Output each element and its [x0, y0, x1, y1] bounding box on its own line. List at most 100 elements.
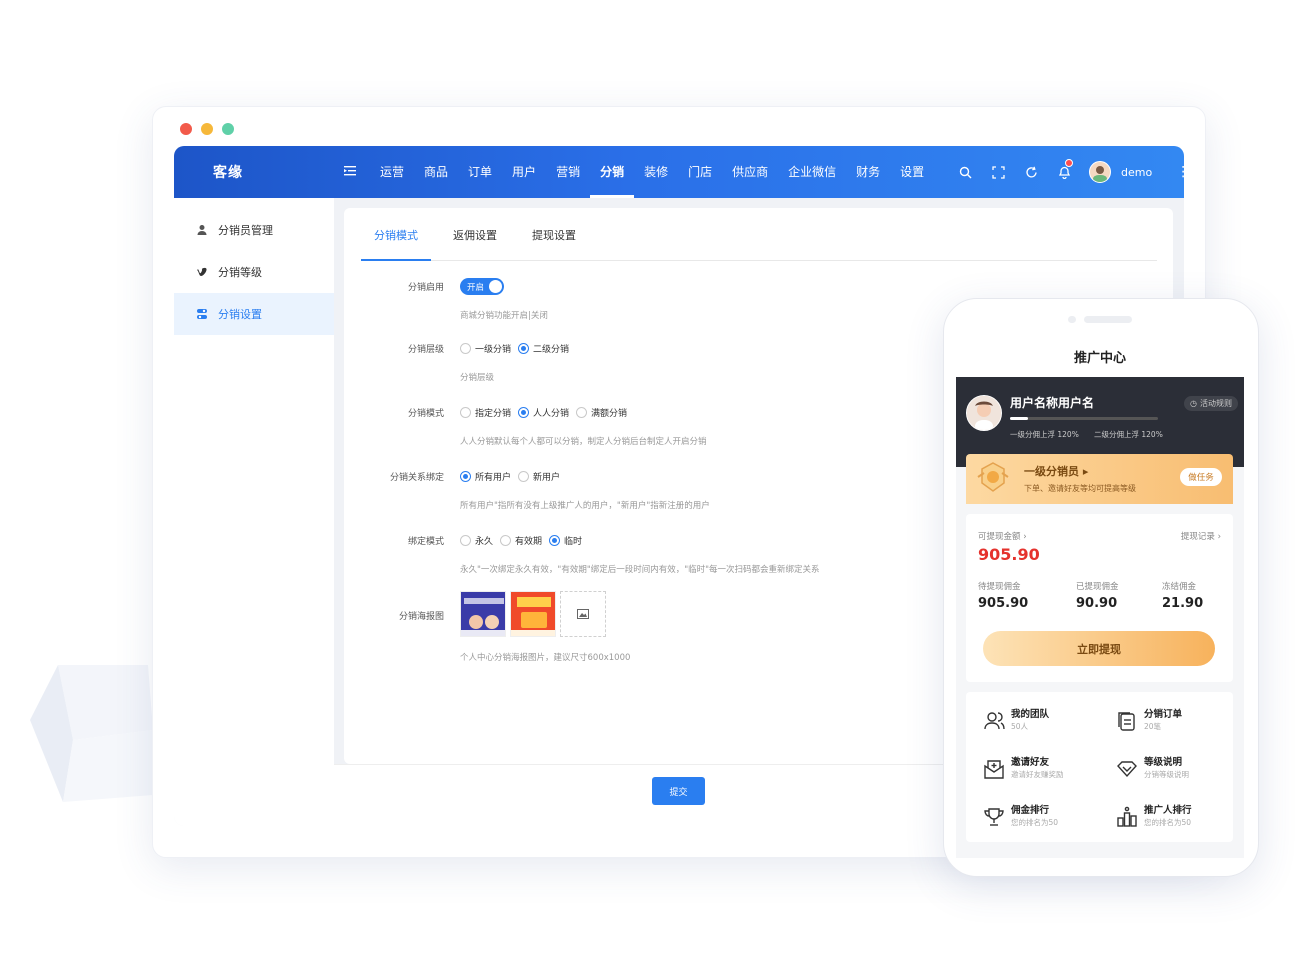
field-label: 绑定模式 [407, 537, 444, 547]
stat-label: 已提现佣金 [1076, 582, 1119, 592]
fullscreen-icon[interactable] [982, 146, 1015, 198]
phone-mockup: 推广中心 用户名称用户名 ◷ 活动规则 一级分佣上浮 120% 二级分佣上浮 1… [943, 298, 1259, 877]
level-progress-fill [1010, 417, 1028, 420]
radio-bind-permanent[interactable]: 永久 [460, 534, 493, 547]
withdraw-records-link[interactable]: 提现记录 › [1181, 530, 1221, 542]
poster-thumbnail[interactable] [510, 591, 556, 637]
do-task-button[interactable]: 做任务 [1180, 468, 1222, 486]
settings-tabs: 分销模式 返佣设置 提现设置 [361, 208, 1157, 261]
withdrawable-label[interactable]: 可提现金额 › [978, 530, 1027, 542]
switch-label: 开启 [467, 282, 485, 293]
image-icon [577, 609, 589, 619]
user-avatar[interactable] [1089, 161, 1111, 183]
diamond-icon [1117, 761, 1137, 778]
decorative-cube [30, 665, 153, 802]
sidebar-item-label: 分销员管理 [218, 224, 273, 237]
field-hint: 分销层级 [460, 373, 495, 383]
sidebar-item-label: 分销等级 [218, 266, 262, 279]
sidebar-item-levels[interactable]: 分销等级 [174, 251, 334, 293]
level-banner[interactable]: 一级分销员 ▸ 下单、邀请好友等均可提高等级 做任务 [966, 454, 1233, 504]
user-name[interactable]: demo [1121, 166, 1152, 179]
more-vertical-icon[interactable]: ⋮ [1176, 164, 1184, 180]
field-hint: 所有用户"指所有没有上级推广人的用户，"新用户"指新注册的用户 [460, 501, 710, 511]
nav-item-stores[interactable]: 门店 [678, 146, 722, 198]
field-label: 分销关系绑定 [389, 473, 444, 483]
ranking-icon [1117, 806, 1137, 827]
top-navbar: 客缘 运营 商品 订单 用户 营销 分销 装修 门店 供应商 企业微信 财务 设… [174, 146, 1184, 198]
enable-switch[interactable]: 开启 [460, 278, 504, 295]
field-hint: 永久"一次绑定永久有效，"有效期"绑定后一段时间内有效，"临时"每一次扫码都会重… [460, 565, 820, 575]
radio-mode-designated[interactable]: 指定分销 [460, 406, 511, 419]
commission-bonus-level-2: 二级分佣上浮 120% [1094, 430, 1163, 439]
radio-level-two[interactable]: 二级分销 [518, 342, 569, 355]
nav-item-operation[interactable]: 运营 [370, 146, 414, 198]
tab-distribution-mode[interactable]: 分销模式 [361, 208, 431, 261]
medal-icon [977, 462, 1009, 492]
withdrawable-amount: 905.90 [978, 545, 1040, 564]
maximize-dot[interactable] [222, 123, 234, 135]
radio-level-one[interactable]: 一级分销 [460, 342, 511, 355]
nav-item-marketing[interactable]: 营销 [546, 146, 590, 198]
field-label: 分销层级 [407, 345, 444, 355]
field-label: 分销海报图 [398, 612, 444, 622]
search-icon[interactable] [949, 146, 982, 198]
nav-item-users[interactable]: 用户 [502, 146, 546, 198]
phone-notch [1068, 316, 1134, 323]
user-icon [196, 224, 208, 236]
menu-promoter-ranking[interactable]: 推广人排行 您的排名为50 [1116, 802, 1236, 842]
stat-value: 21.90 [1162, 596, 1204, 611]
minimize-dot[interactable] [201, 123, 213, 135]
menu-invite-friends[interactable]: 邀请好友 邀请好友赚奖励 [983, 754, 1103, 794]
activity-rules-link[interactable]: ◷ 活动规则 [1184, 396, 1238, 411]
field-label: 分销模式 [407, 409, 444, 419]
team-icon [984, 712, 1005, 730]
sidebar-item-label: 分销设置 [218, 308, 262, 321]
radio-mode-threshold[interactable]: 满额分销 [576, 406, 627, 419]
nav-item-products[interactable]: 商品 [414, 146, 458, 198]
withdraw-now-button[interactable]: 立即提现 [983, 631, 1215, 666]
nav-item-decoration[interactable]: 装修 [634, 146, 678, 198]
avatar [966, 395, 1002, 431]
menu-distribution-orders[interactable]: 分销订单 20笔 [1116, 706, 1236, 746]
feature-menu: 我的团队 50人 分销订单 20笔 邀请好友 邀请好友赚奖励 等级说明 分销等级… [966, 692, 1233, 842]
bell-icon[interactable] [1048, 146, 1081, 198]
order-icon [1118, 712, 1135, 731]
radio-bind-all-users[interactable]: 所有用户 [460, 470, 511, 483]
field-hint: 个人中心分销海报图片，建议尺寸600x1000 [460, 653, 631, 663]
add-poster-button[interactable] [560, 591, 606, 637]
trophy-icon [984, 808, 1004, 826]
radio-mode-everyone[interactable]: 人人分销 [518, 406, 569, 419]
nav-item-suppliers[interactable]: 供应商 [722, 146, 778, 198]
field-hint: 人人分销默认每个人都可以分销，制定人分销后台制定人开启分销 [460, 437, 707, 447]
radio-bind-new-users[interactable]: 新用户 [518, 470, 560, 483]
toolbar: demo ⋮ [949, 146, 1184, 198]
field-label: 分销启用 [407, 283, 444, 293]
nav-item-orders[interactable]: 订单 [458, 146, 502, 198]
menu-level-info[interactable]: 等级说明 分销等级说明 [1116, 754, 1236, 794]
menu-toggle-icon[interactable] [344, 164, 358, 178]
level-progress-bar [1010, 417, 1158, 420]
tab-withdrawal-settings[interactable]: 提现设置 [519, 208, 589, 260]
window-controls [180, 123, 234, 135]
close-dot[interactable] [180, 123, 192, 135]
refresh-icon[interactable] [1015, 146, 1048, 198]
level-description: 下单、邀请好友等均可提高等级 [1024, 484, 1136, 493]
submit-button[interactable]: 提交 [652, 777, 705, 805]
poster-thumbnail[interactable] [460, 591, 506, 637]
field-hint: 商城分销功能开启|关闭 [460, 311, 548, 321]
sidebar-item-distributors[interactable]: 分销员管理 [174, 209, 334, 251]
clock-icon: ◷ [1190, 399, 1197, 408]
radio-bind-temporary[interactable]: 临时 [549, 534, 582, 547]
nav-item-settings[interactable]: 设置 [890, 146, 934, 198]
phone-screen: 推广中心 用户名称用户名 ◷ 活动规则 一级分佣上浮 120% 二级分佣上浮 1… [956, 340, 1244, 858]
stat-value: 905.90 [978, 596, 1029, 611]
radio-bind-validity[interactable]: 有效期 [500, 534, 542, 547]
tab-commission-settings[interactable]: 返佣设置 [440, 208, 510, 260]
menu-my-team[interactable]: 我的团队 50人 [983, 706, 1103, 746]
sidebar-item-settings[interactable]: 分销设置 [174, 293, 334, 335]
stat-label: 待提现佣金 [978, 582, 1021, 592]
nav-item-distribution[interactable]: 分销 [590, 146, 635, 198]
nav-item-wecom[interactable]: 企业微信 [778, 146, 846, 198]
menu-commission-ranking[interactable]: 佣金排行 您的排名为50 [983, 802, 1103, 842]
nav-item-finance[interactable]: 财务 [846, 146, 890, 198]
